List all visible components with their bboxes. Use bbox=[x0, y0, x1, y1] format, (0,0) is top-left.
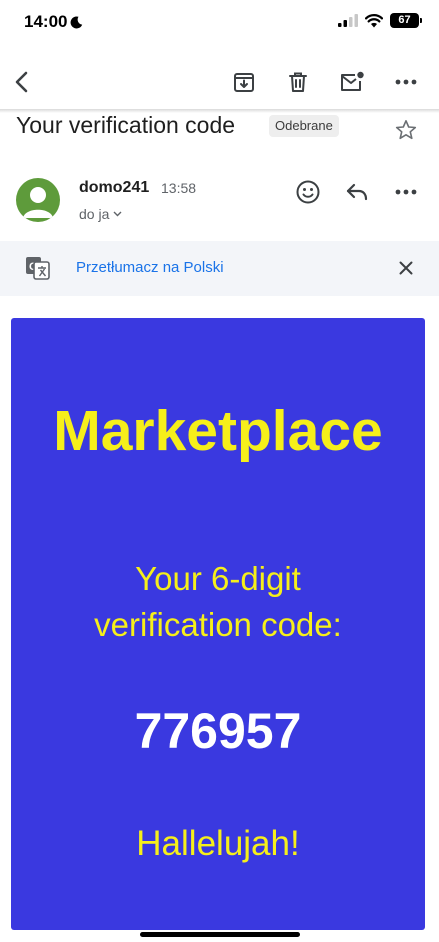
closing-text: Hallelujah! bbox=[136, 824, 300, 863]
chevron-down-icon bbox=[113, 211, 122, 217]
sender-row: domo241 13:58 do ja bbox=[0, 168, 439, 228]
archive-button[interactable] bbox=[228, 66, 260, 98]
close-icon bbox=[399, 261, 413, 275]
delete-button[interactable] bbox=[282, 66, 314, 98]
moon-icon bbox=[71, 15, 83, 28]
email-toolbar bbox=[0, 58, 439, 106]
recipient-details[interactable]: do ja bbox=[79, 206, 122, 222]
mark-unread-icon bbox=[341, 71, 364, 91]
more-horizontal-icon bbox=[395, 189, 417, 195]
wifi-icon bbox=[365, 13, 383, 27]
recipient-text: do ja bbox=[79, 206, 110, 222]
back-arrow-icon bbox=[15, 71, 28, 93]
code-label-line2: verification code: bbox=[94, 606, 342, 643]
smiley-icon bbox=[296, 180, 320, 204]
email-subject: Your verification code bbox=[16, 112, 236, 138]
person-icon bbox=[23, 187, 53, 218]
avatar[interactable] bbox=[16, 178, 60, 222]
mark-unread-button[interactable] bbox=[336, 66, 368, 98]
status-bar: 14:00 67 bbox=[0, 0, 439, 48]
sent-time: 13:58 bbox=[161, 180, 197, 196]
subject-row: Your verification code Odebrane bbox=[0, 112, 439, 148]
more-horizontal-icon bbox=[395, 79, 417, 85]
trash-icon bbox=[289, 72, 307, 92]
home-indicator[interactable] bbox=[140, 932, 300, 937]
translate-icon: G bbox=[26, 257, 50, 280]
battery-icon: 67 bbox=[390, 13, 422, 28]
status-indicators: 67 bbox=[338, 13, 422, 28]
reply-button[interactable] bbox=[341, 176, 373, 208]
sender-name[interactable]: domo241 bbox=[79, 179, 149, 197]
code-label: Your 6-digit verification code: bbox=[11, 556, 425, 648]
brand-title: Marketplace bbox=[53, 399, 383, 463]
verification-code: 776957 bbox=[134, 703, 302, 759]
more-options-button[interactable] bbox=[390, 66, 422, 98]
clock-text: 14:00 bbox=[24, 12, 68, 31]
translate-link[interactable]: Przetłumacz na Polski bbox=[76, 259, 224, 276]
status-time: 14:00 bbox=[24, 12, 83, 32]
code-label-line1: Your 6-digit bbox=[135, 560, 301, 597]
emoji-react-button[interactable] bbox=[292, 176, 324, 208]
back-button[interactable] bbox=[6, 66, 38, 98]
close-translate-button[interactable] bbox=[390, 252, 422, 284]
reply-icon bbox=[346, 183, 368, 201]
archive-icon bbox=[234, 73, 254, 92]
inbox-label-chip[interactable]: Odebrane bbox=[269, 115, 339, 137]
cellular-signal-icon bbox=[338, 14, 358, 27]
star-icon[interactable] bbox=[394, 118, 418, 142]
email-body-card: Marketplace Your 6-digit verification co… bbox=[11, 318, 425, 930]
translate-bar: G Przetłumacz na Polski bbox=[0, 241, 439, 296]
battery-level: 67 bbox=[398, 14, 411, 26]
message-more-button[interactable] bbox=[390, 176, 422, 208]
